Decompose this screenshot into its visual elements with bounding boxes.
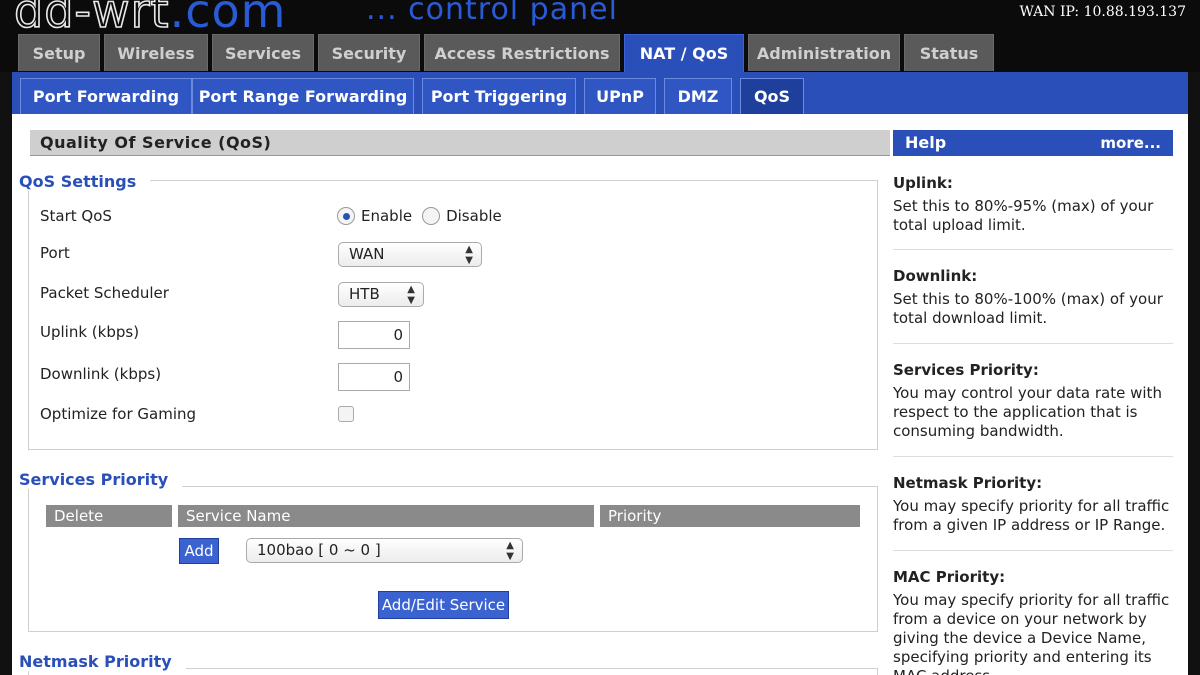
select-arrows-icon: ▲ ▼ (407, 284, 415, 306)
disable-radio[interactable] (422, 206, 441, 225)
main-tabs: Setup Wireless Services Security Access … (0, 34, 1200, 72)
port-select[interactable]: WAN ▲ ▼ (338, 242, 482, 267)
subtab-port-forwarding[interactable]: Port Forwarding (20, 78, 192, 114)
optimize-gaming-label: Optimize for Gaming (40, 405, 197, 423)
uplink-label: Uplink (kbps) (40, 323, 140, 341)
content-area: Quality Of Service (QoS) QoS Settings St… (12, 114, 1188, 675)
packet-scheduler-label: Packet Scheduler (40, 284, 169, 302)
services-table-header: Delete Service Name Priority (46, 505, 860, 527)
help-item-title: Uplink: (893, 174, 953, 192)
subtab-upnp[interactable]: UPnP (584, 78, 656, 114)
control-panel-title: ... control panel (366, 0, 618, 27)
help-item-text: Set this to 80%-95% (max) of your total … (893, 197, 1154, 234)
subtab-port-triggering[interactable]: Port Triggering (422, 78, 576, 114)
netmask-priority-legend: Netmask Priority (19, 652, 186, 671)
enable-radio[interactable] (337, 206, 355, 225)
tab-nat-qos[interactable]: NAT / QoS (624, 34, 744, 72)
tab-status[interactable]: Status (904, 34, 994, 71)
disable-label: Disable (446, 206, 502, 225)
tab-administration[interactable]: Administration (748, 34, 900, 71)
tab-services[interactable]: Services (212, 34, 314, 71)
enable-label: Enable (361, 206, 413, 225)
help-item-text: Set this to 80%-100% (max) of your total… (893, 290, 1163, 327)
downlink-input[interactable]: 0 (338, 363, 410, 391)
help-item-title: MAC Priority: (893, 568, 1006, 586)
help-item-title: Services Priority: (893, 361, 1039, 379)
optimize-gaming-checkbox[interactable] (338, 406, 354, 422)
add-button[interactable]: Add (179, 538, 219, 564)
uplink-input[interactable]: 0 (338, 321, 410, 349)
help-divider (893, 550, 1173, 551)
wan-ip: WAN IP: 10.88.193.137 (1019, 4, 1186, 20)
tab-setup[interactable]: Setup (18, 34, 100, 71)
logo[interactable]: dd-wrt.com (13, 0, 287, 34)
select-arrows-icon: ▲ ▼ (465, 244, 473, 266)
help-more-link[interactable]: more... (1100, 130, 1161, 156)
help-item-netmask-priority: Netmask Priority: You may specify priori… (893, 474, 1173, 535)
start-qos-radio-group: Enable Disable (337, 205, 512, 225)
add-edit-service-button[interactable]: Add/Edit Service (378, 591, 509, 619)
help-item-title: Downlink: (893, 267, 978, 285)
start-qos-label: Start QoS (40, 207, 112, 225)
help-title: Help (905, 133, 947, 152)
help-header: Help more... (893, 130, 1173, 156)
help-item-mac-priority: MAC Priority: You may specify priority f… (893, 568, 1173, 675)
logo-dd: dd-wrt (13, 0, 170, 34)
help-item-text: You may specify priority for all traffic… (893, 591, 1170, 675)
help-item-services-priority: Services Priority: You may control your … (893, 361, 1173, 441)
subtab-dmz[interactable]: DMZ (664, 78, 732, 114)
help-divider (893, 249, 1173, 250)
help-item-text: You may specify priority for all traffic… (893, 497, 1170, 534)
col-delete: Delete (46, 505, 172, 527)
help-divider (893, 343, 1173, 344)
help-item-text: You may control your data rate with resp… (893, 384, 1162, 440)
downlink-label: Downlink (kbps) (40, 365, 162, 383)
header: dd-wrt.com ... control panel WAN IP: 10.… (0, 0, 1200, 34)
help-item-downlink: Downlink: Set this to 80%-100% (max) of … (893, 267, 1173, 328)
help-item-title: Netmask Priority: (893, 474, 1043, 492)
help-divider (893, 456, 1173, 457)
help-item-uplink: Uplink: Set this to 80%-95% (max) of you… (893, 174, 1173, 235)
services-priority-legend: Services Priority (19, 470, 183, 489)
subtab-port-range-forwarding[interactable]: Port Range Forwarding (192, 78, 414, 114)
service-select-value: 100bao [ 0 ~ 0 ] (257, 541, 381, 559)
service-select[interactable]: 100bao [ 0 ~ 0 ] ▲ ▼ (246, 538, 523, 563)
packet-scheduler-value: HTB (349, 285, 380, 303)
logo-com: .com (169, 0, 287, 34)
packet-scheduler-select[interactable]: HTB ▲ ▼ (338, 282, 424, 307)
port-select-value: WAN (349, 245, 385, 263)
select-arrows-icon: ▲ ▼ (506, 540, 514, 562)
tab-security[interactable]: Security (318, 34, 420, 71)
tab-access-restrictions[interactable]: Access Restrictions (424, 34, 620, 71)
qos-settings-legend: QoS Settings (19, 172, 151, 191)
sub-tabs: Port Forwarding Port Range Forwarding Po… (12, 72, 1188, 114)
subtab-qos[interactable]: QoS (740, 78, 804, 114)
col-priority: Priority (600, 505, 860, 527)
page-title: Quality Of Service (QoS) (30, 130, 890, 156)
tab-wireless[interactable]: Wireless (104, 34, 208, 71)
col-service-name: Service Name (178, 505, 594, 527)
port-label: Port (40, 244, 70, 262)
